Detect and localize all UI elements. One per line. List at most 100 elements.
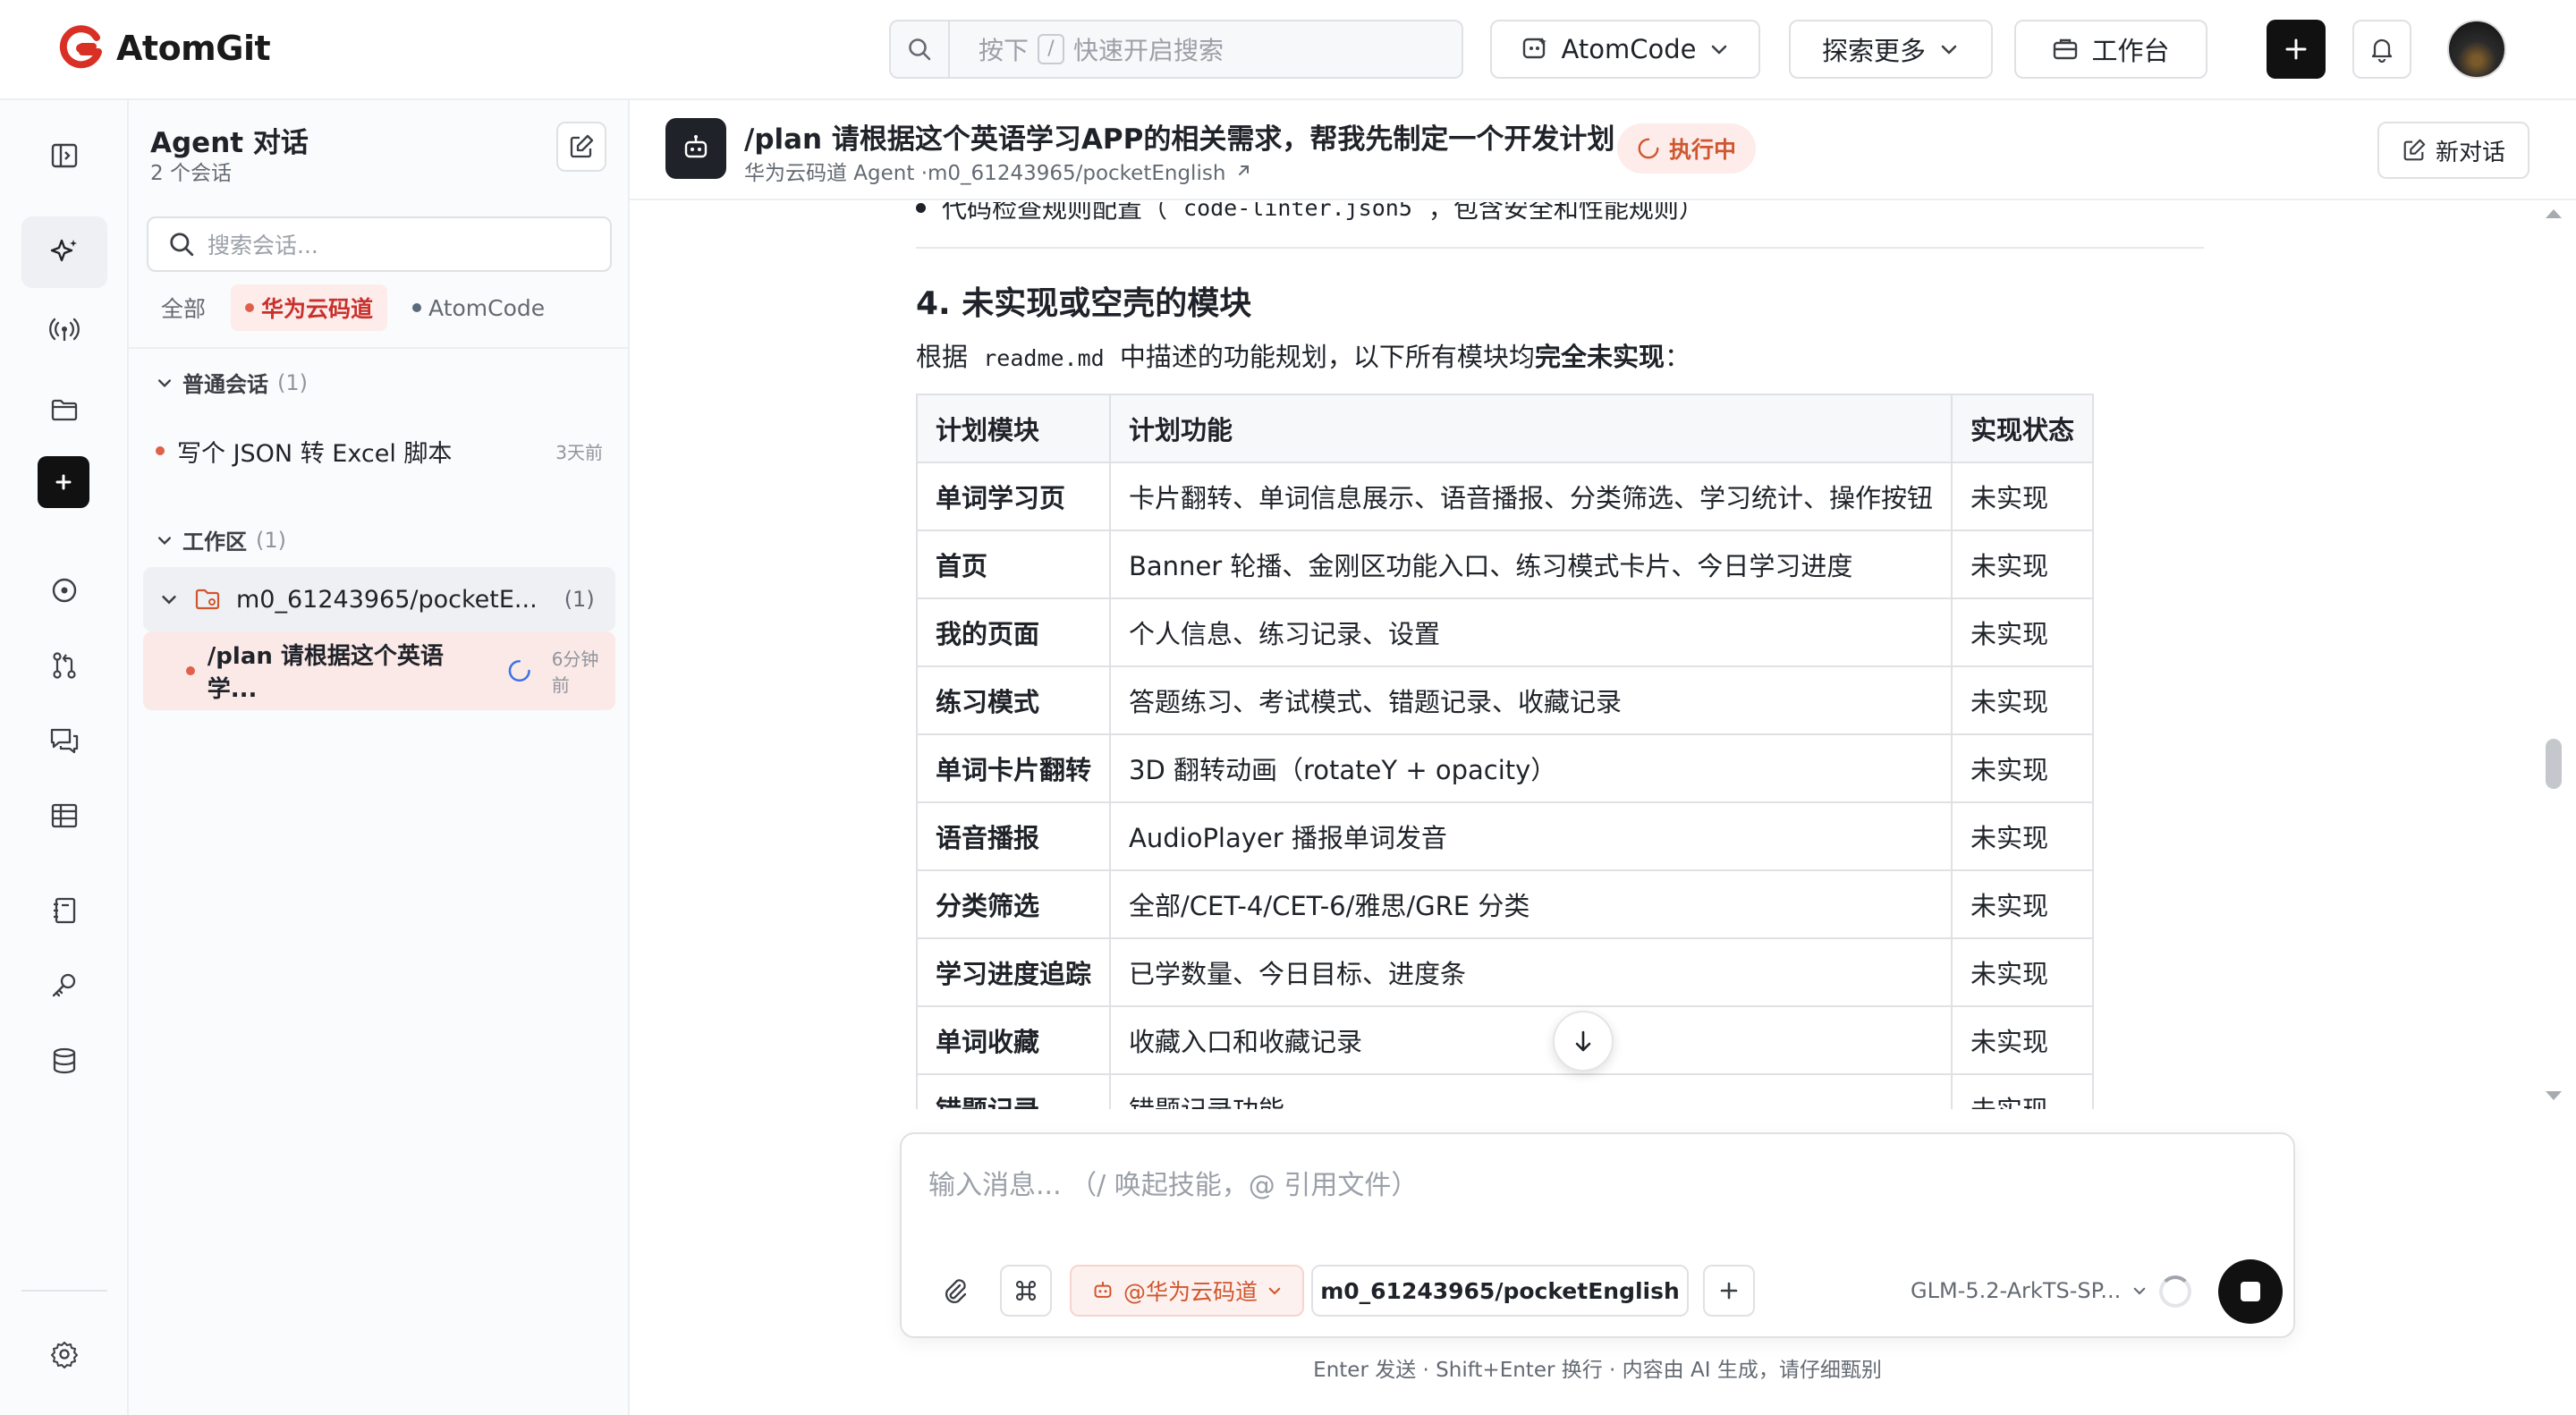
- attach-button[interactable]: [928, 1265, 980, 1317]
- nav-keys[interactable]: [21, 950, 107, 1021]
- create-button[interactable]: [2267, 20, 2326, 79]
- session-search-input[interactable]: 搜索会话...: [147, 216, 612, 272]
- conversation-title[interactable]: /plan 请根据这个英语学习APP的相关需求，帮我先制定一个开发计划: [744, 116, 1647, 157]
- stop-icon: [2241, 1282, 2260, 1301]
- table-cell: 已学数量、今日目标、进度条: [1109, 937, 1953, 1007]
- intro-bold: 完全未实现: [1534, 342, 1665, 372]
- filter-all[interactable]: 全部: [147, 284, 220, 331]
- nav-broadcast[interactable]: [21, 293, 107, 365]
- group-workspace-toggle[interactable]: 工作区 (1): [156, 524, 286, 555]
- filter-huawei-label: 华为云码道: [261, 296, 374, 322]
- explore-more-dropdown[interactable]: 探索更多: [1789, 20, 1993, 79]
- table-cell: AudioPlayer 播报单词发音: [1109, 801, 1953, 871]
- nav-tables[interactable]: [21, 780, 107, 852]
- message-input[interactable]: 输入消息... （/ 唤起技能，@ 引用文件）: [928, 1163, 1418, 1202]
- rail-divider: [21, 1290, 107, 1292]
- table-row: 错题记录错题记录功能未实现: [915, 1073, 2095, 1109]
- agent-selector[interactable]: @华为云码道: [1070, 1265, 1304, 1317]
- table-cell: 单词收藏: [915, 1005, 1112, 1075]
- table-icon: [51, 803, 78, 828]
- filter-huawei[interactable]: 华为云码道: [231, 284, 388, 331]
- session-filters: 全部 华为云码道 AtomCode: [147, 284, 559, 331]
- table-cell: 未实现: [1951, 937, 2095, 1007]
- pull-request-icon: [53, 652, 76, 679]
- status-text: 执行中: [1669, 137, 1737, 163]
- chat-bubbles-icon: [50, 728, 79, 754]
- table-cell: 未实现: [1951, 1005, 2095, 1075]
- scroll-down-arrow-icon[interactable]: [2542, 1086, 2565, 1106]
- table-cell: Banner 轮播、金刚区功能入口、练习模式卡片、今日学习进度: [1109, 530, 1953, 599]
- atomgit-logo-icon: [59, 25, 102, 69]
- new-session-button[interactable]: [556, 122, 606, 172]
- table-row: 分类筛选 全部/CET-4/CET-6/雅思/GRE 分类 未实现: [915, 869, 2095, 939]
- table-row: 语音播报 AudioPlayer 播报单词发音 未实现: [915, 801, 2095, 871]
- table-row: 单词收藏 收藏入口和收藏记录 未实现: [915, 1005, 2095, 1075]
- scrollbar-thumb[interactable]: [2546, 739, 2562, 789]
- message-content: 代码检查规则配置（ code-linter.json5 ，包含安全和性能规则） …: [630, 202, 2535, 1109]
- table-cell: 3D 翻转动画（rotateY + opacity）: [1109, 733, 1953, 803]
- toggle-sidebar-button[interactable]: [21, 120, 107, 191]
- table-cell: 未实现: [1951, 733, 2095, 803]
- table-cell: 错题记录功能: [1109, 1073, 1953, 1109]
- model-selector[interactable]: GLM-5.2-ArkTS-SP...: [1911, 1265, 2148, 1317]
- table-cell: 未实现: [1951, 462, 2095, 531]
- add-context-button[interactable]: [1703, 1265, 1755, 1317]
- chevron-down-icon: [1712, 45, 1727, 55]
- command-button[interactable]: [1000, 1265, 1052, 1317]
- stop-button[interactable]: [2218, 1259, 2283, 1324]
- workbench-label: 工作台: [2091, 36, 2170, 66]
- plus-icon: [2285, 38, 2307, 60]
- notifications-button[interactable]: [2352, 20, 2411, 79]
- new-conversation-button[interactable]: 新对话: [2377, 122, 2529, 179]
- repo-selector[interactable]: m0_61243965/pocketEnglish: [1311, 1265, 1689, 1317]
- user-avatar[interactable]: [2447, 20, 2506, 79]
- table-header: 计划模块: [915, 394, 1112, 463]
- chevron-down-icon: [162, 595, 176, 605]
- nav-agent[interactable]: [21, 216, 107, 288]
- list-item-title: /plan 请根据这个英语学...: [207, 643, 444, 703]
- conversation-subtitle[interactable]: 华为云码道 Agent ·m0_61243965/pocketEnglish: [744, 156, 1252, 186]
- list-item: 代码检查规则配置（ code-linter.json5 ，包含安全和性能规则）: [916, 202, 1704, 225]
- table-cell: 答题练习、考试模式、错题记录、收藏记录: [1109, 665, 1953, 735]
- nav-discussions[interactable]: [21, 705, 107, 776]
- sessions-title: Agent 对话: [150, 127, 309, 159]
- nav-wiki[interactable]: [21, 875, 107, 946]
- nav-database[interactable]: [21, 1025, 107, 1097]
- list-item[interactable]: /plan 请根据这个英语学... 6分钟前: [143, 631, 615, 710]
- table-cell: 未实现: [1951, 1073, 2095, 1109]
- workbench-button[interactable]: 工作台: [2014, 20, 2207, 79]
- agent-selector-label: @华为云码道: [1123, 1279, 1258, 1305]
- workspace-row[interactable]: m0_61243965/pocketE... (1): [143, 567, 615, 631]
- nav-issues[interactable]: [21, 555, 107, 626]
- brand[interactable]: AtomGit: [57, 21, 271, 75]
- nav-pull-requests[interactable]: [21, 630, 107, 701]
- table-row: 学习进度追踪 已学数量、今日目标、进度条 未实现: [915, 937, 2095, 1007]
- composer-hint: Enter 发送 · Shift+Enter 换行 · 内容由 AI 生成，请仔…: [1313, 1359, 1882, 1382]
- rail-new-button[interactable]: [38, 456, 89, 508]
- group-general-toggle[interactable]: 普通会话 (1): [156, 367, 308, 398]
- filter-atomcode[interactable]: AtomCode: [398, 284, 559, 331]
- plus-icon: [55, 474, 72, 490]
- sparkle-icon: [50, 239, 77, 262]
- chevron-down-icon: [158, 378, 171, 387]
- atomcode-label: AtomCode: [1561, 34, 1697, 64]
- loading-spinner-icon: [2159, 1275, 2191, 1308]
- global-search[interactable]: 按下 / 快速开启搜索: [889, 20, 1463, 79]
- status-badge: 执行中: [1617, 123, 1757, 174]
- new-conversation-label: 新对话: [2435, 139, 2505, 166]
- top-bar: AtomGit 按下 / 快速开启搜索 AtomCode 探索更多 工作台: [0, 0, 2576, 100]
- table-header-row: 计划模块 计划功能 实现状态: [915, 394, 2095, 463]
- scroll-to-bottom-button[interactable]: [1553, 1011, 1614, 1072]
- nav-files[interactable]: [21, 374, 107, 445]
- table-cell: 未实现: [1951, 597, 2095, 667]
- repo-folder-icon: [195, 589, 220, 610]
- inline-code: code-linter.json5: [1183, 202, 1412, 221]
- table-cell: 未实现: [1951, 869, 2095, 939]
- scroll-up-arrow-icon[interactable]: [2542, 204, 2565, 224]
- edit-icon: [570, 134, 594, 158]
- atomcode-dropdown[interactable]: AtomCode: [1490, 20, 1760, 79]
- nav-settings[interactable]: [21, 1318, 107, 1390]
- list-item[interactable]: 写个 JSON 转 Excel 脚本 3天前: [156, 426, 603, 476]
- table-cell: 全部/CET-4/CET-6/雅思/GRE 分类: [1109, 869, 1953, 939]
- table-cell: 我的页面: [915, 597, 1112, 667]
